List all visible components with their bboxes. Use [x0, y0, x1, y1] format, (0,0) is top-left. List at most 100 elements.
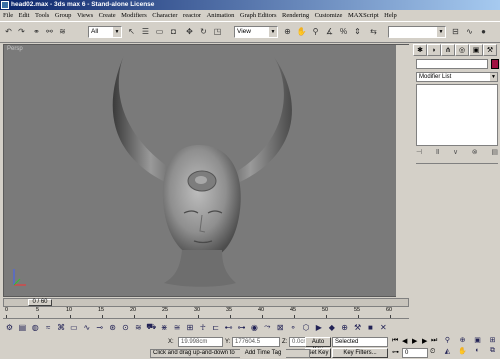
- pivot-center-icon[interactable]: ⊕: [282, 26, 293, 37]
- unlink-icon[interactable]: ⚯: [44, 26, 55, 37]
- menu-animation[interactable]: Animation: [207, 12, 235, 19]
- menu-create[interactable]: Create: [99, 12, 116, 19]
- next-frame-icon[interactable]: ▶: [422, 337, 427, 345]
- modifier-stack[interactable]: [416, 84, 498, 146]
- selection-filter-dropdown[interactable]: All ▼: [88, 26, 122, 38]
- menu-character[interactable]: Character: [152, 12, 177, 19]
- bind-space-warp-icon[interactable]: ≋: [57, 26, 68, 37]
- prev-frame-icon[interactable]: ◀: [402, 337, 407, 345]
- point-to-path-icon[interactable]: ⤳: [262, 322, 273, 332]
- constraint-solver-icon[interactable]: ⊞: [184, 323, 195, 332]
- y-coordinate-field[interactable]: 177604.5: [232, 337, 280, 347]
- deforming-mesh-icon[interactable]: ⌘: [56, 323, 67, 332]
- select-manipulate-icon[interactable]: ✋: [296, 26, 307, 37]
- window-crossing-icon[interactable]: ◘: [168, 26, 179, 37]
- menu-maxscript[interactable]: MAXScript: [348, 12, 379, 19]
- remove-modifier-icon[interactable]: ⊗: [472, 148, 478, 160]
- select-object-icon[interactable]: ↖: [126, 26, 137, 37]
- time-slider[interactable]: 0 / 60: [28, 299, 52, 306]
- menu-tools[interactable]: Tools: [35, 12, 49, 19]
- redo-icon[interactable]: ↷: [16, 26, 27, 37]
- point-to-point-icon[interactable]: ⊷: [223, 323, 234, 332]
- preview-animation-icon[interactable]: ▶: [313, 323, 324, 332]
- soft-body-collection-icon[interactable]: ◍: [30, 323, 41, 332]
- motion-icon[interactable]: ◎: [455, 44, 469, 56]
- convex-hull-icon[interactable]: ⬡: [300, 323, 311, 332]
- menu-modifiers[interactable]: Modifiers: [121, 12, 147, 19]
- menu-file[interactable]: File: [3, 12, 13, 19]
- reference-coord-dropdown[interactable]: View ▼: [234, 26, 278, 38]
- goto-start-icon[interactable]: ⏮: [392, 337, 398, 345]
- add-time-tag-button[interactable]: Add Time Tag: [240, 348, 286, 358]
- object-color-swatch[interactable]: [491, 59, 499, 69]
- menu-views[interactable]: Views: [77, 12, 93, 19]
- select-scale-icon[interactable]: ◳: [212, 26, 223, 37]
- mirror-icon[interactable]: ⇆: [368, 26, 379, 37]
- zoom-extents-all-icon[interactable]: ⊞: [485, 336, 500, 347]
- zoom-extents-icon[interactable]: ▣: [470, 336, 485, 347]
- ball-socket-icon[interactable]: ⚬: [288, 323, 299, 332]
- object-name-field[interactable]: [416, 59, 488, 69]
- material-editor-icon[interactable]: ●: [478, 26, 489, 37]
- show-end-result-icon[interactable]: Ⅱ: [436, 148, 439, 160]
- rope-collection-icon[interactable]: ≈: [43, 323, 54, 332]
- configure-modifier-sets-icon[interactable]: ▤: [491, 148, 498, 160]
- key-mode-dropdown[interactable]: Selected: [332, 337, 388, 347]
- fracture-icon[interactable]: ⋇: [159, 323, 170, 332]
- water-icon[interactable]: ≅: [172, 323, 183, 332]
- rect-selection-icon[interactable]: ▭: [154, 26, 165, 37]
- spring-icon[interactable]: ∿: [81, 323, 92, 332]
- close-panel-icon[interactable]: ✕: [378, 323, 389, 332]
- field-of-view-icon[interactable]: ◭: [440, 347, 455, 358]
- pin-stack-icon[interactable]: ⊣: [416, 148, 422, 160]
- plane-icon[interactable]: ▭: [68, 323, 79, 332]
- snap-toggle-icon[interactable]: ⚲: [310, 26, 321, 37]
- arc-rotate-icon[interactable]: ◐: [470, 347, 485, 358]
- analyze-world-icon[interactable]: ⊕: [339, 323, 350, 332]
- spinner-snap-icon[interactable]: ⇕: [352, 26, 363, 37]
- zoom-icon[interactable]: ⚲: [440, 336, 455, 347]
- cloth-collection-icon[interactable]: ▤: [17, 323, 28, 332]
- motor-icon[interactable]: ⊙: [120, 323, 131, 332]
- perspective-viewport[interactable]: Persp: [3, 44, 410, 297]
- rigid-body-collection-icon[interactable]: ⚙: [4, 323, 15, 332]
- link-icon[interactable]: ⚭: [31, 26, 42, 37]
- menu-reactor[interactable]: reactor: [183, 12, 201, 19]
- make-unique-icon[interactable]: ∨: [453, 148, 458, 160]
- app-icon[interactable]: [1, 1, 9, 9]
- percent-snap-icon[interactable]: %: [338, 26, 349, 37]
- undo-icon[interactable]: ↶: [3, 26, 14, 37]
- display-icon[interactable]: ▣: [469, 44, 483, 56]
- car-wheel-icon[interactable]: ◉: [249, 323, 260, 332]
- ragdoll-icon[interactable]: ☥: [197, 323, 208, 332]
- key-mode-toggle-icon[interactable]: ⊶: [392, 348, 399, 356]
- select-by-name-icon[interactable]: ☰: [140, 26, 151, 37]
- key-filters-button[interactable]: Key Filters...: [332, 348, 388, 358]
- toy-car-icon[interactable]: ⛟: [146, 322, 157, 332]
- pan-icon[interactable]: ✋: [455, 347, 470, 358]
- select-move-icon[interactable]: ✥: [184, 26, 195, 37]
- linear-dashpot-icon[interactable]: ⊸: [94, 323, 105, 332]
- hinge-icon[interactable]: ⊏: [210, 323, 221, 332]
- menu-customize[interactable]: Customize: [315, 12, 343, 19]
- auto-key-button[interactable]: Auto Key: [305, 337, 331, 353]
- menu-rendering[interactable]: Rendering: [282, 12, 309, 19]
- menu-edit[interactable]: Edit: [19, 12, 30, 19]
- fixed-constraint-icon[interactable]: ⊠: [275, 323, 286, 332]
- maximize-viewport-icon[interactable]: ⧉: [485, 347, 500, 358]
- create-animation-icon[interactable]: ◆: [326, 323, 337, 332]
- reactor-settings-icon[interactable]: ⚒: [352, 323, 363, 332]
- current-frame-field[interactable]: 0: [402, 348, 428, 358]
- align-icon[interactable]: ⊟: [450, 26, 461, 37]
- zoom-all-icon[interactable]: ⊕: [455, 336, 470, 347]
- menu-group[interactable]: Group: [55, 12, 72, 19]
- hierarchy-icon[interactable]: ⋔: [441, 44, 455, 56]
- stop-icon[interactable]: ■: [365, 323, 376, 332]
- prismatic-icon[interactable]: ⊶: [236, 323, 247, 332]
- time-config-icon[interactable]: ⏲: [430, 348, 435, 356]
- time-slider-track[interactable]: 0 / 60: [3, 298, 409, 307]
- x-coordinate-field[interactable]: 19.998cm: [178, 337, 223, 347]
- modifier-list-dropdown[interactable]: Modifier List ▼: [416, 72, 498, 82]
- utilities-icon[interactable]: ⚒: [483, 44, 497, 56]
- goto-end-icon[interactable]: ⏭: [431, 337, 437, 345]
